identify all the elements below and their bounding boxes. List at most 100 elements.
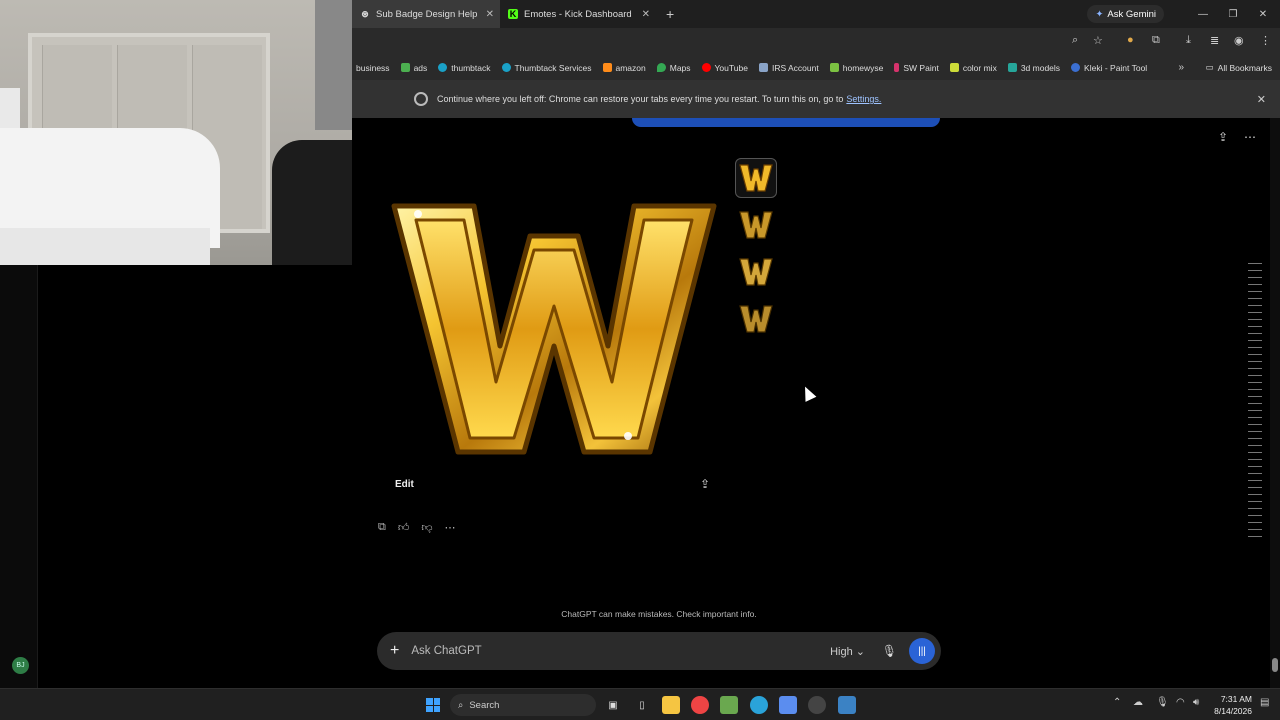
sparkle (414, 210, 422, 218)
bookmark-star-icon[interactable]: ☆ (1093, 34, 1103, 47)
document-icon[interactable] (779, 696, 797, 714)
w-thumbnail-image (739, 211, 773, 239)
bookmark-kleki-paint-tool[interactable]: Kleki - Paint Tool (1071, 63, 1147, 73)
extensions-puzzle-icon[interactable]: ⧉ (1152, 34, 1160, 47)
tab-sub-badge-design-help[interactable]: ⊛ Sub Badge Design Help ✕ (352, 0, 500, 28)
menu-kebab-icon[interactable]: ⋮ (1260, 34, 1271, 47)
model-mode-select[interactable]: High ⌄ (830, 645, 865, 658)
w-thumbnail-image (739, 164, 773, 192)
notifications-icon[interactable]: ▤ (1260, 697, 1269, 708)
gemini-sparkle-icon: ✦ (1095, 8, 1104, 20)
wifi-icon[interactable]: ◠ (1176, 697, 1185, 708)
edit-image-button[interactable]: Edit (395, 479, 414, 490)
close-icon[interactable]: ✕ (642, 9, 650, 20)
search-icon: ⌕ (458, 699, 464, 711)
edge-icon[interactable] (750, 696, 768, 714)
file-explorer-icon[interactable] (662, 696, 680, 714)
zoom-icon[interactable]: ⌕ (1072, 34, 1078, 47)
more-options-icon[interactable]: ⋯ (1244, 130, 1256, 144)
bookmark-homewyse[interactable]: homewyse (829, 63, 883, 73)
add-attachment-icon[interactable]: + (390, 642, 399, 660)
task-view-icon[interactable]: ▣ (604, 696, 622, 714)
irs-icon (758, 63, 768, 72)
media-icon[interactable]: ≣ (1210, 34, 1219, 47)
bookmark-youtube[interactable]: YouTube (701, 63, 748, 73)
scrollbar-thumb[interactable] (1272, 658, 1278, 672)
webcam-bed-base (0, 228, 210, 265)
screen: BJ ⊛ Sub Badge Design Help ✕ K Emotes - … (0, 0, 1280, 720)
infobar-close-icon[interactable]: ✕ (1257, 93, 1266, 106)
scrollbar[interactable] (1270, 118, 1280, 688)
kleki-icon (1071, 63, 1081, 72)
kick-icon: K (508, 9, 518, 19)
minimize-icon[interactable]: — (1188, 0, 1218, 28)
download-icon[interactable]: ⤓ (1186, 34, 1191, 47)
message-actions: ⧉ 👍︎ 👎︎ ⋯ (378, 521, 456, 534)
bookmark-3d-models[interactable]: 3d models (1007, 63, 1060, 73)
more-actions-icon[interactable]: ⋯ (445, 521, 456, 534)
w-thumbnail-image (739, 258, 773, 286)
restore-tabs-infobar: Continue where you left off: Chrome can … (352, 80, 1280, 118)
windows-start-icon[interactable] (426, 698, 440, 712)
voice-mode-icon[interactable]: ||| (909, 638, 935, 664)
amazon-icon (602, 63, 612, 72)
profile-icon[interactable]: ◉ (1234, 34, 1244, 47)
ask-gemini-button[interactable]: ✦ Ask Gemini (1087, 5, 1164, 23)
bookmark-ads[interactable]: ads (400, 63, 427, 73)
app-icon[interactable] (720, 696, 738, 714)
taskbar-clock[interactable]: 7:31 AM 8/14/2026 (1214, 693, 1252, 717)
bookmarks-bar: business ads thumbtack Thumbtack Service… (352, 55, 1280, 80)
thumbs-down-icon[interactable]: 👎︎ (421, 521, 432, 534)
thumbs-up-icon[interactable]: 👍︎ (398, 521, 410, 534)
microphone-icon[interactable]: 🎙︎ (882, 644, 897, 658)
windows-taskbar: ⌕ Search ▣ ▯ ⌃ ☁ 🎙︎ ◠ 🔊︎ 7:31 AM 8/14/20… (0, 688, 1280, 720)
notepad-icon[interactable]: ▯ (633, 696, 651, 714)
variant-thumbnail[interactable] (735, 299, 777, 339)
volume-icon[interactable]: 🔊︎ (1193, 697, 1199, 708)
all-bookmarks-button[interactable]: ▭ All Bookmarks (1206, 62, 1272, 73)
extension-icon[interactable]: ● (1127, 34, 1134, 46)
taskbar-search[interactable]: ⌕ Search (450, 694, 596, 716)
conversation-minimap[interactable] (1248, 263, 1262, 543)
color-mix-icon (949, 63, 959, 72)
tab-emotes-kick-dashboard[interactable]: K Emotes - Kick Dashboard ✕ (500, 0, 656, 28)
bookmark-business[interactable]: business (356, 63, 390, 73)
photos-icon[interactable] (838, 696, 856, 714)
bookmark-irs-account[interactable]: IRS Account (758, 63, 819, 73)
bookmark-maps[interactable]: Maps (656, 63, 691, 73)
copy-icon[interactable]: ⧉ (378, 521, 386, 534)
bookmark-thumbtack[interactable]: thumbtack (438, 63, 491, 73)
maps-pin-icon (656, 63, 666, 72)
w-thumbnail-image (739, 305, 773, 333)
avatar[interactable]: BJ (12, 657, 29, 674)
new-tab-icon[interactable]: + (666, 6, 674, 22)
webcam-wall-art (315, 0, 352, 130)
tray-microphone-icon[interactable]: 🎙︎ (1156, 697, 1169, 708)
app-icon[interactable] (808, 696, 826, 714)
infobar-message: Continue where you left off: Chrome can … (437, 94, 844, 104)
share-icon[interactable]: ⇪ (1218, 130, 1228, 144)
bookmark-amazon[interactable]: amazon (602, 63, 646, 73)
address-bar-row: ⌕ ☆ ● ⧉ ⤓ ≣ ◉ ⋮ (352, 28, 1280, 55)
tray-cloud-icon[interactable]: ☁ (1133, 697, 1143, 708)
bookmark-sw-paint[interactable]: SW Paint (894, 63, 939, 73)
variant-thumbnail[interactable] (735, 205, 777, 245)
close-icon[interactable]: ✕ (486, 9, 494, 20)
tray-chevron-up-icon[interactable]: ⌃ (1113, 697, 1121, 708)
chat-input[interactable] (411, 645, 792, 657)
bookmark-thumbtack-services[interactable]: Thumbtack Services (501, 63, 592, 73)
bookmarks-overflow-icon[interactable]: » (1178, 62, 1184, 73)
window-close-icon[interactable]: ✕ (1248, 0, 1278, 28)
webcam-overlay (0, 0, 352, 265)
variant-thumbnail[interactable] (735, 252, 777, 292)
image-variants (735, 158, 777, 346)
generated-image-w-badge[interactable] (388, 196, 720, 460)
variant-thumbnail[interactable] (735, 158, 777, 198)
settings-link[interactable]: Settings. (846, 94, 881, 104)
restore-icon[interactable]: ❐ (1218, 0, 1248, 28)
browser-tab-bar: ⊛ Sub Badge Design Help ✕ K Emotes - Kic… (352, 0, 1280, 28)
folder-icon: ▭ (1205, 62, 1214, 72)
bookmark-color-mix[interactable]: color mix (949, 63, 997, 73)
chrome-taskbar-icon[interactable] (691, 696, 709, 714)
share-image-icon[interactable]: ⇪ (700, 477, 710, 491)
